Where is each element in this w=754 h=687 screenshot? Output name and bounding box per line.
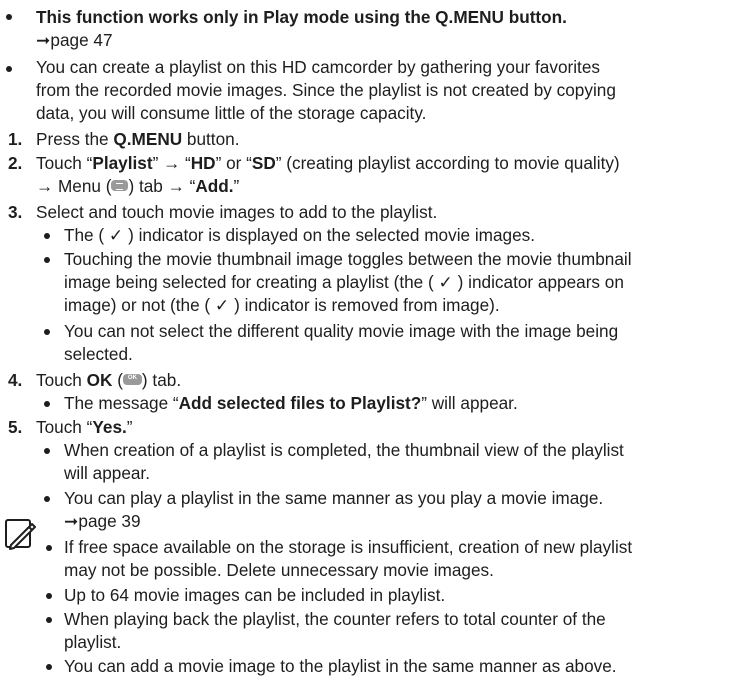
ok-tab-icon: OK <box>122 373 142 385</box>
page-ref-47[interactable]: ➞page 47 <box>36 29 113 52</box>
step-3-bullet-3-line-2: selected. <box>64 344 133 364</box>
note-2: Up to 64 movie images can be included in… <box>64 585 446 605</box>
intro-line-3: data, you will consume little of the sto… <box>36 103 427 123</box>
arrow-icon: ➞ <box>36 30 51 50</box>
step-number: 5. <box>8 417 23 437</box>
step-5-bullet-1-line-1: When creation of a playlist is completed… <box>64 440 624 460</box>
bullet-dot <box>46 664 52 670</box>
page-ref-39[interactable]: ➞page 39 <box>64 510 141 533</box>
bullet-dot <box>44 257 50 263</box>
intro-line-1: You can create a playlist on this HD cam… <box>36 57 600 77</box>
bullet-dot <box>6 14 12 20</box>
step-3-bullet-2-line-3: image) or not (the ( ✓ ) indicator is re… <box>64 295 500 315</box>
step-2-line-2: → Menu () tab → “Add.” <box>36 176 240 196</box>
step-4-text: Touch OK (OK) tab. <box>36 370 182 390</box>
step-3-bullet-3-line-1: You can not select the different quality… <box>64 321 619 341</box>
bullet-dot <box>46 593 52 599</box>
step-3-bullet-1: The ( ✓ ) indicator is displayed on the … <box>64 225 536 245</box>
bullet-dot <box>46 617 52 623</box>
step-1-text: Press the Q.MENU button. <box>36 129 240 149</box>
step-5-bullet-2: You can play a playlist in the same mann… <box>64 488 604 508</box>
step-3-bullet-2-line-2: image being selected for creating a play… <box>64 272 624 292</box>
note-1-line-1: If free space available on the storage i… <box>64 537 633 557</box>
step-2-line-1: Touch “Playlist” → “HD” or “SD” (creatin… <box>36 153 620 173</box>
page-ref-text[interactable]: page 39 <box>78 511 140 531</box>
step-5-bullet-1-line-2: will appear. <box>64 463 150 483</box>
step-number: 2. <box>8 153 23 173</box>
note-1-line-2: may not be possible. Delete unnecessary … <box>64 560 494 580</box>
bullet-dot <box>44 448 50 454</box>
bullet-dot <box>46 545 52 551</box>
note-pencil-icon <box>5 519 36 550</box>
step-3-text: Select and touch movie images to add to … <box>36 202 438 222</box>
intro-line-2: from the recorded movie images. Since th… <box>36 80 616 100</box>
step-3-bullet-2-line-1: Touching the movie thumbnail image toggl… <box>64 249 632 269</box>
bullet-dot <box>44 496 50 502</box>
bullet-dot <box>44 329 50 335</box>
bullet-dot <box>44 401 50 407</box>
note-3-line-2: playlist. <box>64 632 122 652</box>
step-5-text: Touch “Yes.” <box>36 417 133 437</box>
note-3-line-1: When playing back the playlist, the coun… <box>64 609 606 629</box>
bullet-dot <box>6 66 12 72</box>
step-number: 1. <box>8 129 23 149</box>
play-mode-notice: This function works only in Play mode us… <box>36 7 567 27</box>
page-ref-text[interactable]: page 47 <box>50 30 112 50</box>
note-4: You can add a movie image to the playlis… <box>64 656 617 676</box>
step-number: 4. <box>8 370 23 390</box>
arrow-icon: ➞ <box>64 511 79 531</box>
step-number: 3. <box>8 202 23 222</box>
menu-icon <box>111 179 129 191</box>
step-4-bullet: The message “Add selected files to Playl… <box>64 393 518 413</box>
bullet-dot <box>44 233 50 239</box>
